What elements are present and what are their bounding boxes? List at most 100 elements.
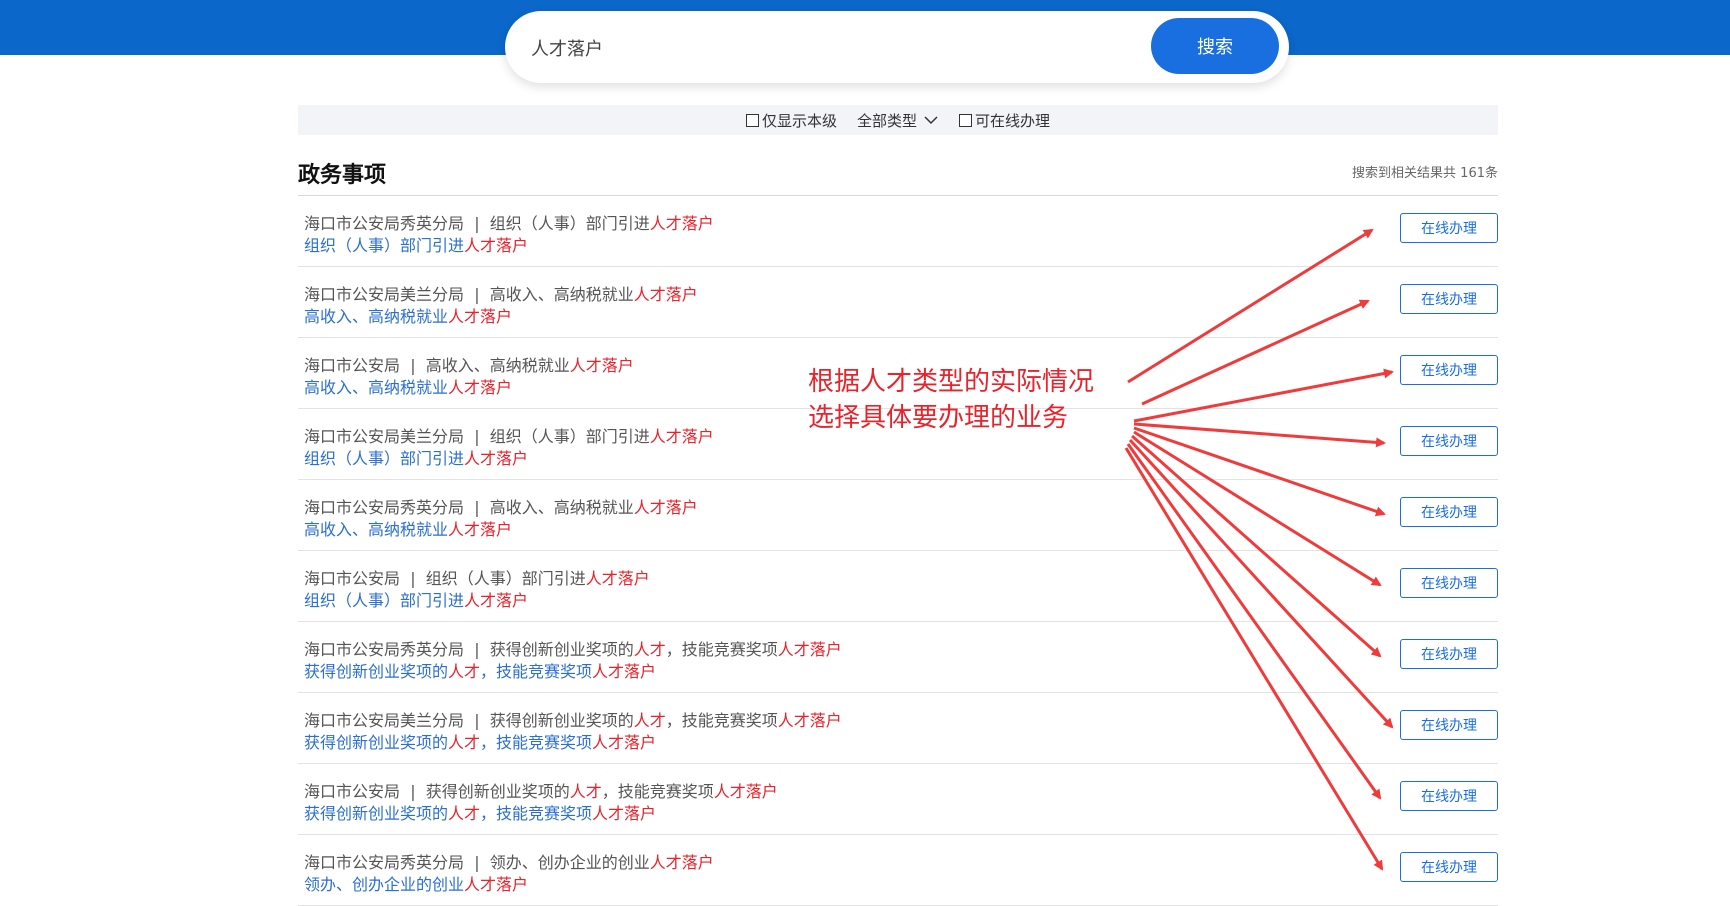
result-item: 海口市公安局秀英分局 | 获得创新创业奖项的人才，技能竞赛奖项人才落户 获得创新创… [298,622,1498,693]
annotation-line-1: 根据人才类型的实际情况 [808,367,1095,397]
meta-meta-dept: 海口市公安局美兰分局 [304,285,465,304]
online-handle-button[interactable]: 在线办理 [1400,568,1498,598]
current-level-label: 仅显示本级 [761,111,837,130]
result-name-link[interactable]: 获得创新创业奖项的人才，技能竞赛奖项人才落户 [304,729,656,753]
name-name-mid: ，技能竞赛奖项 [480,733,593,752]
online-handle-button[interactable]: 在线办理 [1400,497,1498,527]
meta-meta-item: 高收入、高纳税就业 [489,498,634,517]
name-name-hl2: 人才落户 [592,804,657,823]
result-name-link[interactable]: 高收入、高纳税就业人才落户 [304,374,512,398]
result-item: 海口市公安局美兰分局 | 获得创新创业奖项的人才，技能竞赛奖项人才落户 获得创新创… [298,693,1498,764]
result-name-link[interactable]: 高收入、高纳税就业人才落户 [304,303,512,327]
section-title: 政务事项 [298,163,387,188]
meta-meta-dept: 海口市公安局秀英分局 [304,853,465,872]
online-handle-button[interactable]: 在线办理 [1400,284,1498,314]
result-name-link[interactable]: 高收入、高纳税就业人才落户 [304,516,512,540]
result-item: 海口市公安局秀英分局 | 组织（人事）部门引进人才落户 组织（人事）部门引进人才落… [298,196,1498,267]
meta-meta-dept: 海口市公安局秀英分局 [304,640,465,659]
meta-meta-dept: 海口市公安局 [304,356,401,375]
type-select-label: 全部类型 [856,111,917,130]
result-name-link[interactable]: 组织（人事）部门引进人才落户 [304,445,528,469]
online-handle-button[interactable]: 在线办理 [1400,355,1498,385]
result-meta: 海口市公安局 | 组织（人事）部门引进人才落户 [304,565,650,589]
search-button[interactable]: 搜索 [1151,18,1279,74]
online-label: 可在线办理 [975,111,1051,130]
result-meta: 海口市公安局美兰分局 | 获得创新创业奖项的人才，技能竞赛奖项人才落户 [304,707,842,731]
name-name-mid: ，技能竞赛奖项 [480,662,593,681]
name-name-pre: 高收入、高纳税就业 [304,307,449,326]
meta-meta-dept: 海口市公安局秀英分局 [304,214,465,233]
result-name-link[interactable]: 获得创新创业奖项的人才，技能竞赛奖项人才落户 [304,658,656,682]
name-name-pre: 获得创新创业奖项的 [304,804,449,823]
online-checkbox[interactable] [959,113,972,127]
name-name-pre: 领办、创办企业的创业 [304,875,465,894]
name-name-mid: ，技能竞赛奖项 [480,804,593,823]
name-name-hl: 人才 [448,733,481,752]
result-name-link[interactable]: 获得创新创业奖项的人才，技能竞赛奖项人才落户 [304,800,656,824]
meta-meta-item: 获得创新创业奖项的 [489,711,634,730]
meta-meta-item2: ，技能竞赛奖项 [601,782,714,801]
online-handle-button[interactable]: 在线办理 [1400,710,1498,740]
name-name-hl2: 人才落户 [592,733,657,752]
result-name-link[interactable]: 领办、创办企业的创业人才落户 [304,871,528,895]
meta-meta-hl: 人才落户 [649,427,714,446]
meta-meta-item: 领办、创办企业的创业 [489,853,650,872]
result-meta: 海口市公安局美兰分局 | 高收入、高纳税就业人才落户 [304,281,698,305]
result-item: 海口市公安局秀英分局 | 领办、创办企业的创业人才落户 领办、创办企业的创业人才落… [298,835,1498,906]
name-name-hl: 人才落户 [448,378,513,397]
meta-meta-item2: ，技能竞赛奖项 [665,640,778,659]
name-name-hl2: 人才落户 [592,662,657,681]
result-meta: 海口市公安局秀英分局 | 领办、创办企业的创业人才落户 [304,849,714,873]
name-name-pre: 高收入、高纳税就业 [304,378,449,397]
meta-meta-hl: 人才 [633,711,666,730]
current-level-filter[interactable]: 仅显示本级 [745,110,837,131]
annotation-line-2: 选择具体要办理的业务 [808,403,1069,433]
meta-meta-hl: 人才落户 [649,214,714,233]
search-input[interactable] [529,29,1133,67]
online-handle-button[interactable]: 在线办理 [1400,639,1498,669]
online-filter[interactable]: 可在线办理 [959,110,1050,131]
meta-meta-hl2: 人才落户 [777,711,842,730]
result-count: 搜索到相关结果共 161条 [1352,166,1498,181]
name-name-hl: 人才落户 [448,520,513,539]
meta-meta-hl: 人才落户 [633,285,698,304]
online-handle-button[interactable]: 在线办理 [1400,852,1498,882]
meta-meta-item: 组织（人事）部门引进 [489,427,650,446]
meta-meta-hl: 人才落户 [633,498,698,517]
name-name-pre: 组织（人事）部门引进 [304,236,465,255]
name-name-pre: 获得创新创业奖项的 [304,662,449,681]
name-name-pre: 组织（人事）部门引进 [304,591,465,610]
result-item: 海口市公安局秀英分局 | 高收入、高纳税就业人才落户 高收入、高纳税就业人才落户在… [298,480,1498,551]
current-level-checkbox[interactable] [745,113,759,127]
name-name-hl: 人才落户 [448,307,513,326]
name-name-hl: 人才 [448,804,481,823]
meta-meta-hl2: 人才落户 [777,640,842,659]
online-handle-button[interactable]: 在线办理 [1400,426,1498,456]
meta-meta-hl: 人才落户 [569,356,634,375]
online-handle-button[interactable]: 在线办理 [1400,213,1498,243]
meta-meta-hl: 人才落户 [585,569,650,588]
result-name-link[interactable]: 组织（人事）部门引进人才落户 [304,232,528,256]
online-handle-button[interactable]: 在线办理 [1400,781,1498,811]
result-meta: 海口市公安局秀英分局 | 获得创新创业奖项的人才，技能竞赛奖项人才落户 [304,636,842,660]
result-name-link[interactable]: 组织（人事）部门引进人才落户 [304,587,528,611]
name-name-hl: 人才落户 [464,591,529,610]
type-select[interactable]: 全部类型 [857,110,939,131]
meta-meta-item: 组织（人事）部门引进 [425,569,586,588]
name-name-pre: 获得创新创业奖项的 [304,733,449,752]
name-name-pre: 组织（人事）部门引进 [304,449,465,468]
